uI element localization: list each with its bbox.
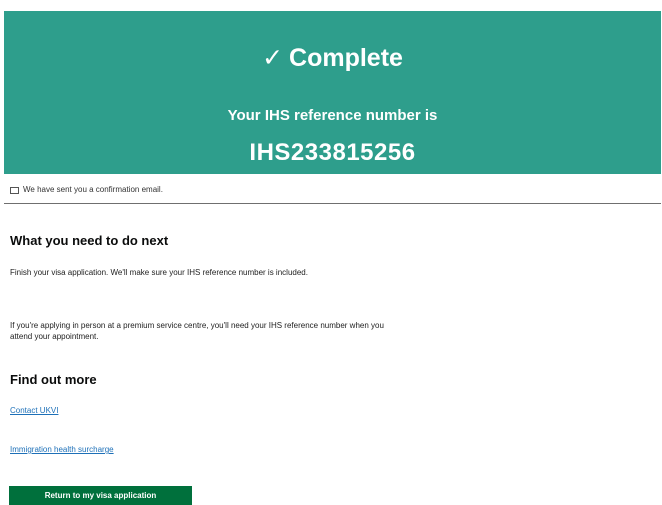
- panel-subtitle: Your IHS reference number is: [227, 107, 438, 124]
- email-confirmation-note: We have sent you a confirmation email.: [10, 184, 163, 196]
- next-steps-paragraph-1: Finish your visa application. We'll make…: [10, 268, 308, 277]
- return-to-visa-application-button[interactable]: Return to my visa application: [9, 486, 192, 505]
- contact-ukvi-link[interactable]: Contact UKVI: [10, 405, 58, 416]
- panel-title: ✓ Complete: [4, 41, 661, 75]
- check-icon: ✓: [262, 44, 284, 72]
- ihs-reference-number: IHS233815256: [249, 139, 416, 166]
- confirmation-panel: ✓ Complete Your IHS reference number is I…: [4, 11, 661, 174]
- section-divider: [4, 203, 661, 204]
- next-steps-heading: What you need to do next: [10, 233, 169, 248]
- next-steps-paragraph-2: If you're applying in person at a premiu…: [10, 321, 384, 341]
- find-out-more-heading: Find out more: [10, 372, 97, 387]
- email-confirmation-text: We have sent you a confirmation email.: [23, 185, 163, 194]
- panel-title-text: Complete: [289, 44, 403, 72]
- confirmation-page: ✓ Complete Your IHS reference number is I…: [0, 0, 662, 505]
- mail-icon: [10, 186, 19, 194]
- immigration-health-surcharge-link[interactable]: Immigration health surcharge: [10, 444, 114, 455]
